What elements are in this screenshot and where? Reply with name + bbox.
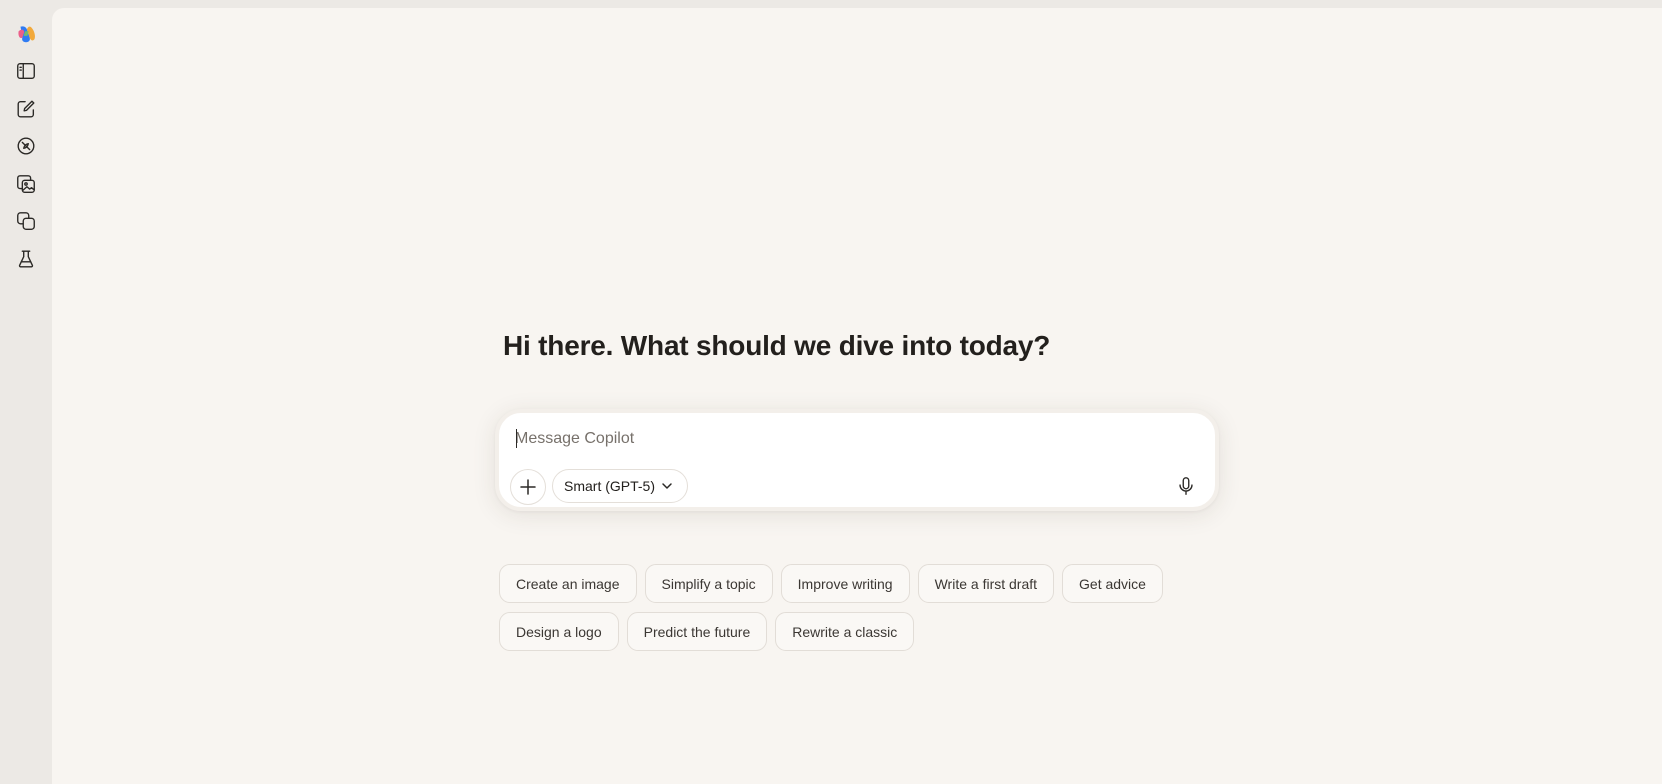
page-title: Hi there. What should we dive into today… [503,330,1051,361]
plus-icon [520,479,536,495]
microphone-icon [1179,477,1193,495]
microphone-button[interactable] [1169,469,1203,503]
suggestion-predict-future[interactable]: Predict the future [626,612,768,651]
suggestion-simplify-topic[interactable]: Simplify a topic [644,564,773,603]
left-rail [0,0,52,784]
main-panel: Hi there. What should we dive into today… [52,8,1662,784]
message-input[interactable] [515,427,1155,451]
new-chat-icon[interactable] [10,93,42,125]
discover-icon[interactable] [10,130,42,162]
copilot-app: Hi there. What should we dive into today… [0,0,1662,784]
suggestion-write-first-draft[interactable]: Write a first draft [917,564,1055,603]
suggestion-chips: Create an image Simplify a topic Improve… [499,564,1219,660]
suggestion-get-advice[interactable]: Get advice [1062,564,1163,603]
suggestion-create-image[interactable]: Create an image [499,564,637,603]
sidebar-toggle-icon[interactable] [10,55,42,87]
add-attachment-button[interactable] [510,469,546,505]
chevron-down-icon [662,483,672,489]
message-composer: Smart (GPT-5) [495,409,1219,511]
suggestion-design-logo[interactable]: Design a logo [499,612,619,651]
model-selector-label: Smart (GPT-5) [564,478,656,494]
image-gallery-icon[interactable] [10,168,42,200]
suggestion-rewrite-classic[interactable]: Rewrite a classic [775,612,915,651]
text-caret [516,429,517,448]
suggestion-improve-writing[interactable]: Improve writing [780,564,910,603]
suggestion-row: Design a logo Predict the future Rewrite… [499,612,1219,651]
suggestion-row: Create an image Simplify a topic Improve… [499,564,1219,603]
model-selector-button[interactable]: Smart (GPT-5) [552,469,689,503]
copilot-logo-icon[interactable] [10,18,42,50]
labs-icon[interactable] [10,243,42,275]
pages-icon[interactable] [10,205,42,237]
